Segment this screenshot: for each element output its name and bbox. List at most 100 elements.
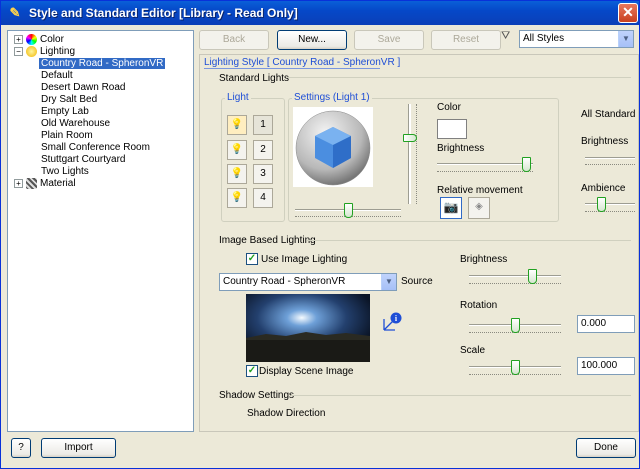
- tree-item-label: Stuttgart Courtyard: [41, 154, 126, 165]
- light-bulb-icon: [26, 46, 37, 57]
- display-scene-image-checkbox[interactable]: ✓: [246, 365, 258, 377]
- panel-header: Lighting Style [ Country Road - SpheronV…: [204, 57, 401, 68]
- chevron-down-icon[interactable]: ▼: [381, 274, 396, 290]
- use-image-lighting-checkbox[interactable]: ✓: [246, 253, 258, 265]
- use-image-lighting-label: Use Image Lighting: [261, 254, 348, 265]
- style-filter-dropdown[interactable]: All Styles ▼: [519, 30, 634, 48]
- color-label: Color: [437, 102, 461, 113]
- shadow-direction-label: Shadow Direction: [247, 408, 326, 419]
- light-1-button[interactable]: 1: [253, 115, 273, 135]
- camera-icon: 📷: [443, 200, 459, 214]
- back-button[interactable]: Back: [199, 30, 269, 50]
- environment-preview-image: [246, 294, 370, 362]
- light-color-swatch[interactable]: [437, 119, 467, 139]
- tree-item-label: Old Warehouse: [41, 118, 111, 129]
- all-brightness-track: [585, 157, 635, 159]
- tree-item-label: Small Conference Room: [41, 142, 150, 153]
- tree-item-country-road[interactable]: Country Road - SpheronVR: [39, 58, 166, 70]
- tree-item-stuttgart-courtyard[interactable]: Stuttgart Courtyard: [41, 154, 125, 166]
- tree-item-material[interactable]: + Material: [14, 178, 76, 190]
- divider: [291, 395, 631, 396]
- light-bulb-icon: 💡: [230, 168, 244, 179]
- tree-item-old-warehouse[interactable]: Old Warehouse: [41, 118, 110, 130]
- expand-icon[interactable]: +: [14, 179, 23, 188]
- camera-relative-button[interactable]: 📷: [440, 197, 462, 219]
- rotation-label: Rotation: [460, 300, 498, 311]
- light-2-toggle[interactable]: 💡: [227, 140, 247, 160]
- tree-item-small-conference-room[interactable]: Small Conference Room: [41, 142, 150, 154]
- light-3-button[interactable]: 3: [253, 164, 273, 184]
- light-4-button[interactable]: 4: [253, 188, 273, 208]
- material-icon: [26, 178, 37, 189]
- light-3-toggle[interactable]: 💡: [227, 164, 247, 184]
- help-button[interactable]: ?: [11, 438, 31, 458]
- ibl-brightness-track: [469, 275, 561, 277]
- relative-movement-label: Relative movement: [437, 185, 523, 196]
- slider-ticks: [416, 104, 419, 204]
- source-dropdown[interactable]: Country Road - SpheronVR ▼: [219, 273, 397, 291]
- light-4-toggle[interactable]: 💡: [227, 188, 247, 208]
- save-button[interactable]: Save: [354, 30, 424, 50]
- model-relative-button[interactable]: ◈: [468, 197, 490, 219]
- title-bar[interactable]: ✎ Style and Standard Editor [Library - R…: [1, 1, 639, 25]
- collapse-icon[interactable]: −: [14, 47, 23, 56]
- slider-ticks: [437, 171, 533, 174]
- tree-item-dry-salt-bed[interactable]: Dry Salt Bed: [41, 94, 97, 106]
- light-bulb-icon: 💡: [230, 144, 244, 155]
- tree-item-lighting[interactable]: − Lighting: [14, 46, 75, 58]
- light-1-toggle[interactable]: 💡: [227, 115, 247, 135]
- ambience-label: Ambience: [581, 183, 626, 194]
- axis-info-icon[interactable]: i: [381, 311, 403, 336]
- tree-item-desert-dawn-road[interactable]: Desert Dawn Road: [41, 82, 125, 94]
- rotation-input[interactable]: 0.000: [577, 315, 635, 333]
- header-underline: [204, 68, 380, 69]
- light-2-button[interactable]: 2: [253, 140, 273, 160]
- light-vertical-slider[interactable]: [403, 134, 417, 142]
- tree-item-plain-room[interactable]: Plain Room: [41, 130, 93, 142]
- scale-slider[interactable]: [511, 360, 520, 375]
- scene-thumbnail: [246, 294, 370, 362]
- source-label: Source: [401, 276, 433, 287]
- light-sphere-cube-preview: [295, 110, 371, 186]
- done-button[interactable]: Done: [576, 438, 636, 458]
- expand-icon[interactable]: +: [14, 35, 23, 44]
- slider-ticks: [585, 211, 635, 214]
- style-editor-window: ✎ Style and Standard Editor [Library - R…: [0, 0, 640, 469]
- chevron-down-icon[interactable]: ▼: [618, 31, 633, 47]
- divider: [307, 240, 631, 241]
- light-bulb-icon: 💡: [230, 192, 244, 203]
- tree-item-empty-lab[interactable]: Empty Lab: [41, 106, 89, 118]
- ibl-brightness-label: Brightness: [460, 254, 508, 265]
- tree-item-color[interactable]: + Color: [14, 34, 64, 46]
- app-icon: ✎: [9, 5, 21, 20]
- tree-item-label: Dry Salt Bed: [41, 94, 98, 105]
- color-wheel-icon: [26, 34, 37, 45]
- cube-icon: ◈: [475, 201, 483, 212]
- tree-item-label: Two Lights: [41, 166, 89, 177]
- tree-item-label: Default: [41, 70, 73, 81]
- light-horizontal-slider[interactable]: [344, 203, 353, 218]
- tree-item-default[interactable]: Default: [41, 70, 73, 82]
- style-tree[interactable]: + Color − Lighting Country Road - SpheronV…: [7, 30, 194, 432]
- tree-item-label: Material: [40, 178, 76, 190]
- light-preview[interactable]: [293, 107, 373, 187]
- tree-item-label: Color: [40, 34, 64, 46]
- slider-ticks: [469, 283, 561, 286]
- import-button[interactable]: Import: [41, 438, 116, 458]
- new-button[interactable]: New...: [277, 30, 347, 50]
- ambience-slider[interactable]: [597, 197, 606, 212]
- filter-icon: ⛛: [501, 30, 511, 42]
- light-group-label: Light: [225, 92, 251, 103]
- scale-input[interactable]: 100.000: [577, 357, 635, 375]
- tree-item-label: Plain Room: [41, 130, 93, 141]
- ibl-heading: Image Based Lighting: [219, 235, 316, 246]
- brightness-slider[interactable]: [522, 157, 531, 172]
- close-button[interactable]: ✕: [618, 3, 638, 23]
- rotation-slider[interactable]: [511, 318, 520, 333]
- ibl-brightness-slider[interactable]: [528, 269, 537, 284]
- tree-item-two-lights[interactable]: Two Lights: [41, 166, 89, 178]
- brightness-label: Brightness: [437, 143, 485, 154]
- display-scene-image-label: Display Scene Image: [259, 366, 354, 377]
- divider: [286, 77, 631, 78]
- reset-button[interactable]: Reset: [431, 30, 501, 50]
